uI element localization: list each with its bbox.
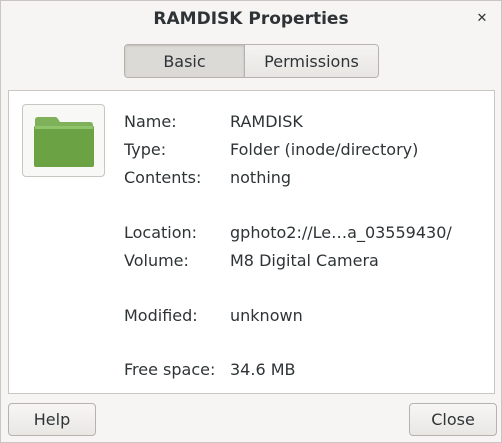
close-icon[interactable]: ✕ <box>475 12 489 26</box>
contents-value: nothing <box>230 168 292 187</box>
free-space-label: Free space: <box>124 360 216 379</box>
contents-label: Contents: <box>124 168 202 187</box>
titlebar: RAMDISK Properties ✕ <box>1 1 501 39</box>
name-value: RAMDISK <box>230 112 303 131</box>
close-button[interactable]: Close <box>409 403 497 436</box>
help-button[interactable]: Help <box>8 403 96 436</box>
basic-panel: Name: RAMDISK Type: Folder (inode/direct… <box>8 90 495 394</box>
tab-permissions[interactable]: Permissions <box>245 45 378 77</box>
window-title: RAMDISK Properties <box>153 9 349 29</box>
modified-label: Modified: <box>124 306 198 325</box>
modified-value: unknown <box>230 306 303 325</box>
tab-bar: Basic Permissions <box>124 44 379 78</box>
type-value: Folder (inode/directory) <box>230 140 419 159</box>
volume-value: M8 Digital Camera <box>230 251 379 270</box>
name-label: Name: <box>124 112 177 131</box>
properties-dialog: RAMDISK Properties ✕ Basic Permissions N… <box>0 0 502 443</box>
free-space-value: 34.6 MB <box>230 360 296 379</box>
volume-label: Volume: <box>124 251 189 270</box>
type-label: Type: <box>124 140 167 159</box>
tab-basic[interactable]: Basic <box>125 45 245 77</box>
location-label: Location: <box>124 223 198 242</box>
icon-button[interactable] <box>22 104 105 177</box>
folder-icon <box>34 117 94 167</box>
location-value: gphoto2://Le…a_03559430/ <box>230 223 452 242</box>
